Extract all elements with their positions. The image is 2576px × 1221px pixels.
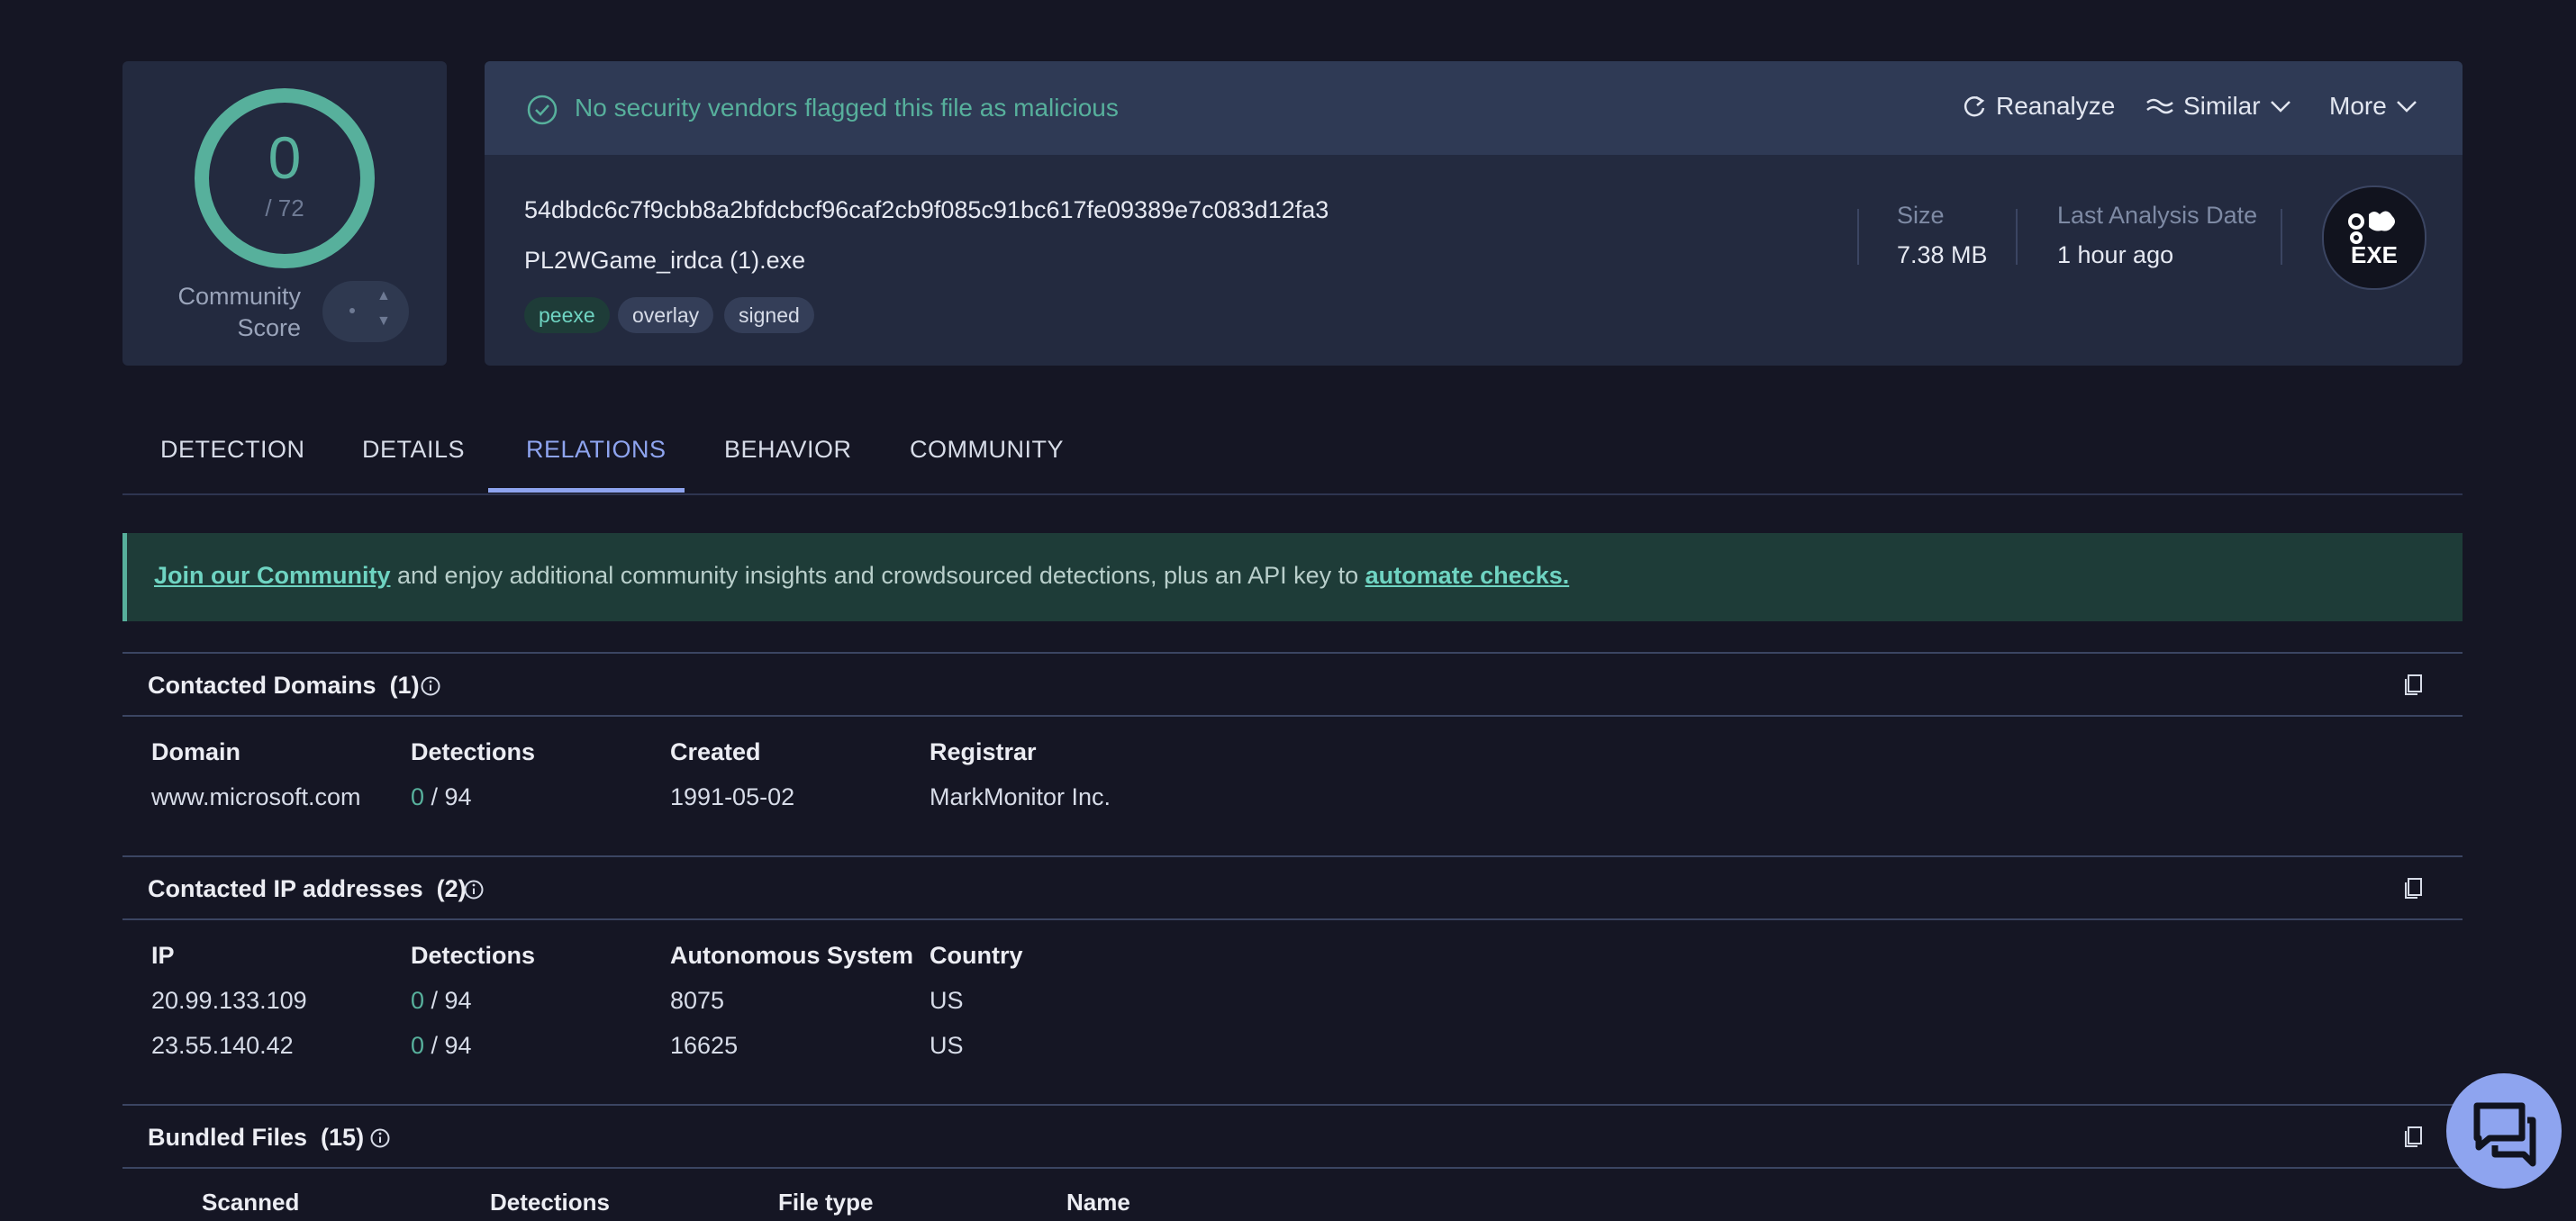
chat-icon	[2473, 1102, 2536, 1167]
column-header-domain: Domain	[151, 738, 241, 765]
chevron-down-icon	[2270, 101, 2290, 113]
community-score-value	[349, 308, 355, 313]
join-community-link[interactable]: Join our Community	[154, 562, 391, 589]
column-header-detections: Detections	[411, 738, 536, 765]
contacted-domains-title: Contacted Domains (1)	[148, 672, 420, 699]
info-icon[interactable]	[369, 1127, 391, 1149]
column-header-file-type: File type	[778, 1189, 874, 1216]
score-value: 0	[268, 124, 302, 191]
join-community-banner: Join our Community and enjoy additional …	[122, 533, 2463, 621]
more-label: More	[2329, 92, 2387, 120]
community-score-label: Community Score	[177, 283, 301, 341]
more-button[interactable]: More	[2329, 92, 2417, 121]
size-value: 7.38 MB	[1897, 241, 1988, 268]
exe-file-icon: EXE	[2322, 185, 2426, 290]
as-cell: 8075	[670, 987, 725, 1014]
file-name: PL2WGame_irdca (1).exe	[524, 247, 806, 274]
column-header-ip: IP	[151, 942, 175, 969]
tab-detection[interactable]: DETECTION	[160, 436, 305, 464]
detection-score-card: 0 / 72 Community Score ▲ ▼	[122, 61, 447, 366]
domain-cell[interactable]: www.microsoft.com	[151, 783, 361, 811]
column-header-country: Country	[930, 942, 1023, 969]
detections-cell: 0 / 94	[411, 1032, 472, 1059]
exe-glyph: EXE	[2348, 211, 2398, 268]
tag-peexe[interactable]: peexe	[524, 297, 610, 333]
detections-cell: 0 / 94	[411, 783, 472, 810]
country-cell: US	[930, 987, 964, 1014]
file-info-card: No security vendors flagged this file as…	[485, 61, 2463, 366]
contacted-ips-title: Contacted IP addresses (2)	[148, 875, 467, 902]
vote-down-icon[interactable]: ▼	[376, 313, 391, 330]
check-circle-icon	[527, 95, 558, 125]
last-analysis-label: Last Analysis Date	[2057, 202, 2258, 229]
detections-cell: 0 / 94	[411, 987, 472, 1014]
size-label: Size	[1897, 202, 1945, 229]
reanalyze-icon	[1964, 95, 1985, 117]
active-tab-indicator	[488, 488, 685, 493]
meta-divider	[2016, 209, 2018, 265]
chevron-down-icon	[2396, 101, 2417, 113]
created-cell: 1991-05-02	[670, 783, 795, 810]
contacted-domains-header: Contacted Domains (1)	[122, 652, 2463, 717]
copy-icon[interactable]	[2403, 674, 2425, 697]
exe-badge-text: EXE	[2351, 241, 2398, 268]
automate-checks-link[interactable]: automate checks.	[1365, 562, 1570, 589]
status-bar: No security vendors flagged this file as…	[485, 61, 2463, 155]
tag-signed[interactable]: signed	[724, 297, 814, 333]
copy-icon[interactable]	[2403, 1126, 2425, 1149]
similar-icon	[2146, 98, 2173, 114]
meta-divider	[1857, 209, 1859, 265]
contacted-ips-header: Contacted IP addresses (2)	[122, 855, 2463, 920]
bundled-files-header: Bundled Files (15)	[122, 1104, 2463, 1169]
status-message: No security vendors flagged this file as…	[575, 94, 1119, 122]
info-icon[interactable]	[463, 879, 485, 900]
ip-cell[interactable]: 23.55.140.42	[151, 1032, 294, 1060]
score-total: / 72	[265, 194, 304, 222]
column-header-name: Name	[1066, 1189, 1130, 1216]
as-cell: 16625	[670, 1032, 739, 1059]
tab-community[interactable]: COMMUNITY	[910, 436, 1064, 464]
reanalyze-button[interactable]: Reanalyze	[1962, 92, 2115, 121]
meta-divider	[2281, 209, 2282, 265]
column-header-registrar: Registrar	[930, 738, 1037, 765]
last-analysis-value: 1 hour ago	[2057, 241, 2174, 268]
bundled-files-title: Bundled Files (15)	[148, 1124, 365, 1151]
column-header-detections: Detections	[411, 942, 536, 969]
column-header-detections: Detections	[490, 1189, 610, 1216]
registrar-cell: MarkMonitor Inc.	[930, 783, 1111, 810]
banner-text: Join our Community and enjoy additional …	[154, 562, 1569, 590]
banner-message: and enjoy additional community insights …	[390, 562, 1365, 589]
country-cell: US	[930, 1032, 964, 1059]
column-header-created: Created	[670, 738, 761, 765]
similar-button[interactable]: Similar	[2145, 92, 2291, 121]
community-score-widget[interactable]: ▲ ▼	[322, 281, 409, 342]
tab-bar: DETECTION DETAILS RELATIONS BEHAVIOR COM…	[122, 416, 2463, 495]
copy-icon[interactable]	[2403, 877, 2425, 900]
tab-relations[interactable]: RELATIONS	[526, 436, 667, 464]
tab-behavior[interactable]: BEHAVIOR	[724, 436, 852, 464]
reanalyze-label: Reanalyze	[1996, 92, 2116, 120]
info-icon[interactable]	[420, 675, 441, 697]
chat-button[interactable]	[2446, 1073, 2562, 1189]
column-header-autonomous-system: Autonomous System	[670, 942, 914, 969]
tab-details[interactable]: DETAILS	[362, 436, 465, 464]
vote-up-icon[interactable]: ▲	[376, 288, 391, 304]
tag-overlay[interactable]: overlay	[618, 297, 714, 333]
similar-label: Similar	[2183, 92, 2261, 120]
file-hash[interactable]: 54dbdc6c7f9cbb8a2bfdcbcf96caf2cb9f085c91…	[524, 196, 1329, 224]
column-header-scanned: Scanned	[202, 1189, 300, 1216]
ip-cell[interactable]: 20.99.133.109	[151, 987, 307, 1015]
